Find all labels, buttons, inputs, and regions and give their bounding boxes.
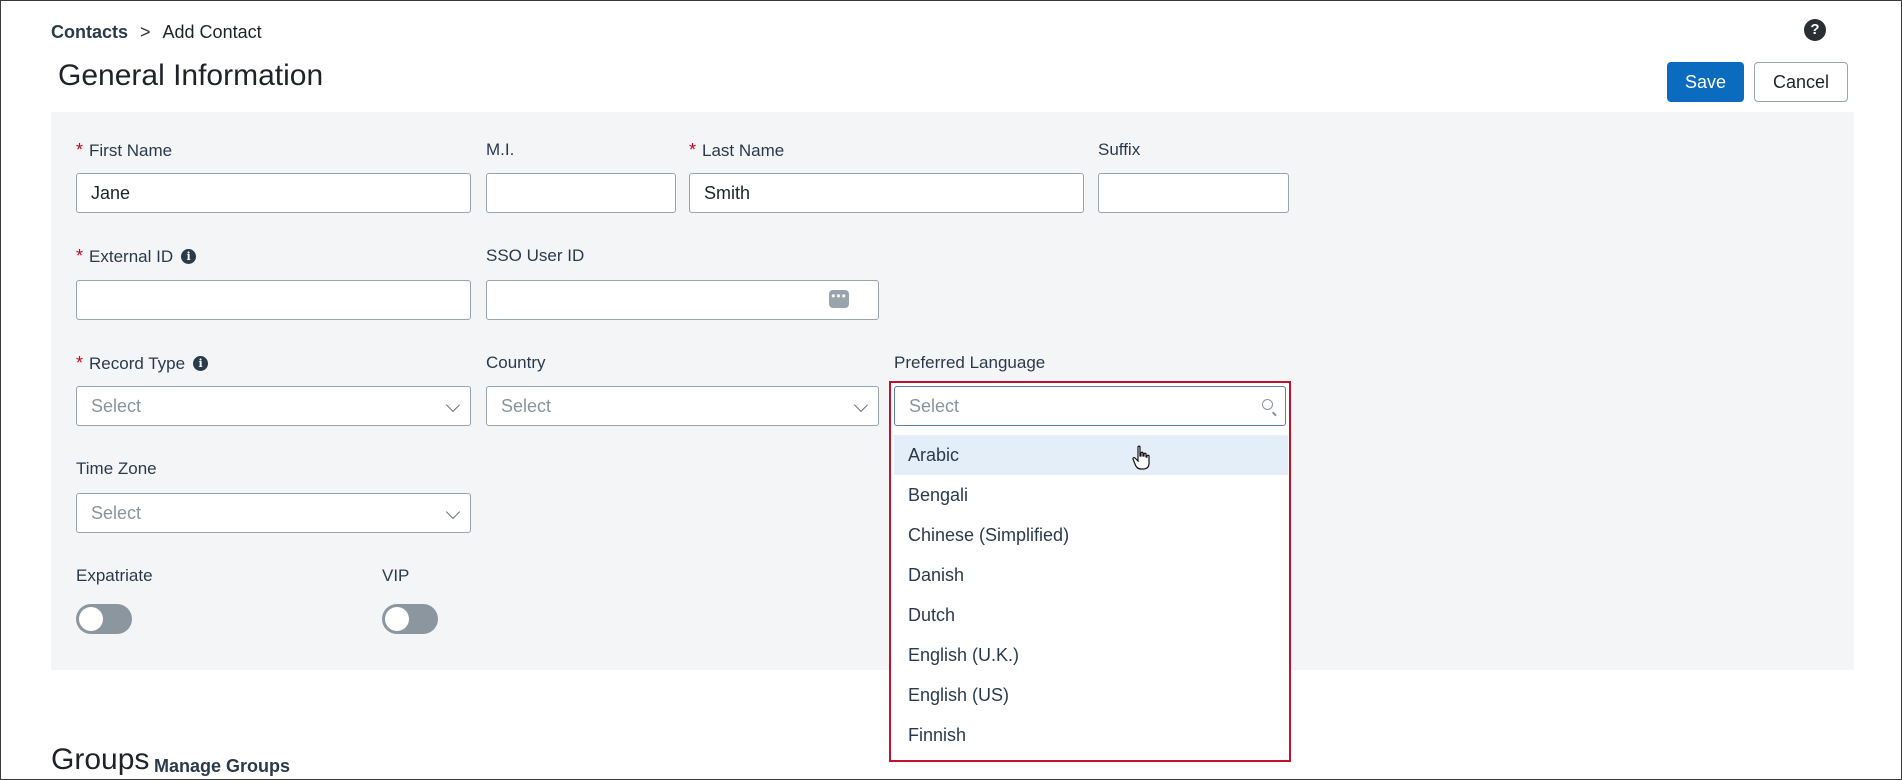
first-name-input[interactable] <box>76 173 471 213</box>
last-name-label: * Last Name <box>689 140 784 161</box>
suffix-label-text: Suffix <box>1098 140 1141 159</box>
chevron-down-icon <box>853 397 869 413</box>
record-type-select[interactable]: Select <box>76 386 471 426</box>
time-zone-label: Time Zone <box>76 459 157 479</box>
external-id-input[interactable] <box>76 280 471 320</box>
country-label: Country <box>486 353 546 373</box>
expatriate-label-text: Expatriate <box>76 566 153 585</box>
last-name-input[interactable] <box>689 173 1084 213</box>
preferred-language-search-input[interactable] <box>894 386 1286 426</box>
page-title: General Information <box>58 59 324 92</box>
country-select[interactable]: Select <box>486 386 879 426</box>
required-marker: * <box>76 140 84 160</box>
first-name-label-text: First Name <box>89 140 173 160</box>
search-icon <box>1262 399 1273 410</box>
manage-groups-link[interactable]: Manage Groups <box>154 756 290 777</box>
record-type-label: * Record Type i <box>76 353 209 374</box>
toggle-knob <box>385 607 409 631</box>
first-name-label: * First Name <box>76 140 172 161</box>
language-option-english-uk[interactable]: English (U.K.) <box>894 635 1288 675</box>
chevron-down-icon <box>445 397 461 413</box>
chevron-down-icon <box>445 504 461 520</box>
language-option-english-us[interactable]: English (US) <box>894 675 1288 715</box>
suffix-input[interactable] <box>1098 173 1289 213</box>
help-icon[interactable]: ? <box>1804 19 1826 41</box>
sso-user-id-label: SSO User ID <box>486 246 584 266</box>
language-option-bengali[interactable]: Bengali <box>894 475 1288 515</box>
breadcrumb-current: Add Contact <box>162 22 262 42</box>
cancel-button[interactable]: Cancel <box>1754 62 1848 102</box>
sso-user-id-field: ••• <box>486 280 879 320</box>
expatriate-label: Expatriate <box>76 566 153 586</box>
record-type-label-text: Record Type <box>89 353 186 373</box>
breadcrumb-contacts-link[interactable]: Contacts <box>51 22 128 43</box>
mi-input[interactable] <box>486 173 676 213</box>
more-options-icon[interactable]: ••• <box>829 290 849 308</box>
breadcrumb-separator: > <box>140 22 151 42</box>
sso-user-id-input[interactable] <box>486 280 879 320</box>
preferred-language-dropdown: Arabic Bengali Chinese (Simplified) Dani… <box>889 381 1291 762</box>
language-option-arabic[interactable]: Arabic <box>894 435 1288 475</box>
mi-label: M.I. <box>486 140 514 160</box>
mi-label-text: M.I. <box>486 140 515 159</box>
toggle-knob <box>79 607 103 631</box>
time-zone-placeholder: Select <box>91 503 142 523</box>
required-marker: * <box>76 353 84 373</box>
hand-cursor-icon <box>1132 445 1150 470</box>
country-label-text: Country <box>486 353 546 372</box>
time-zone-label-text: Time Zone <box>76 459 157 478</box>
external-id-label: * External ID i <box>76 246 197 267</box>
required-marker: * <box>689 140 697 160</box>
info-icon[interactable]: i <box>193 356 209 371</box>
preferred-language-label: Preferred Language <box>894 353 1045 373</box>
record-type-placeholder: Select <box>91 396 142 416</box>
external-id-label-text: External ID <box>89 246 174 266</box>
groups-heading: Groups <box>51 743 150 776</box>
suffix-label: Suffix <box>1098 140 1140 160</box>
info-icon[interactable]: i <box>181 249 197 264</box>
sso-user-id-label-text: SSO User ID <box>486 246 585 265</box>
last-name-label-text: Last Name <box>702 140 785 160</box>
language-option-finnish[interactable]: Finnish <box>894 715 1288 755</box>
vip-label: VIP <box>382 566 409 586</box>
vip-label-text: VIP <box>382 566 410 585</box>
required-marker: * <box>76 246 84 266</box>
time-zone-select[interactable]: Select <box>76 493 471 533</box>
breadcrumb: Contacts > Add Contact <box>51 22 262 43</box>
language-option-danish[interactable]: Danish <box>894 555 1288 595</box>
preferred-language-options: Arabic Bengali Chinese (Simplified) Dani… <box>894 435 1288 755</box>
country-placeholder: Select <box>501 396 552 416</box>
vip-toggle[interactable] <box>382 604 438 634</box>
save-button[interactable]: Save <box>1667 62 1744 102</box>
language-option-dutch[interactable]: Dutch <box>894 595 1288 635</box>
preferred-language-label-text: Preferred Language <box>894 353 1046 372</box>
expatriate-toggle[interactable] <box>76 604 132 634</box>
language-option-chinese-simplified[interactable]: Chinese (Simplified) <box>894 515 1288 555</box>
